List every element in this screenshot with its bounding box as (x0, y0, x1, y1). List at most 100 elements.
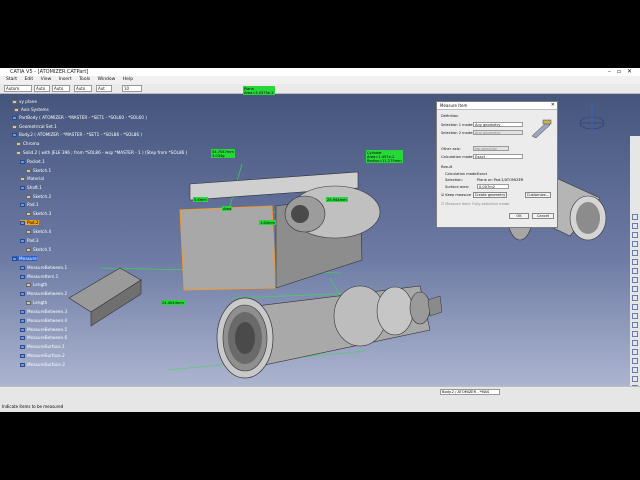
label-small-1[interactable]: 5.6mm (193, 197, 208, 202)
tree-node[interactable]: Length (26, 300, 47, 305)
tool-icon[interactable] (632, 349, 638, 355)
tree-node[interactable]: Chroma (16, 141, 39, 146)
tree-node[interactable]: MeasureBetween.6 (20, 335, 67, 340)
tree-node[interactable]: MeasureBetween.4 (20, 318, 67, 323)
tool-icon[interactable] (632, 367, 638, 373)
tree-node-icon (26, 301, 31, 305)
tree-node[interactable]: MeasureItem.1 (20, 274, 58, 279)
label-bottom[interactable]: 24.4044mm (161, 300, 185, 305)
tree-node-icon (16, 151, 21, 155)
tree-node-icon (12, 116, 17, 120)
tool-icon[interactable] (632, 295, 638, 301)
cancel-button[interactable]: Cancel (532, 213, 554, 219)
tree-node[interactable]: Sketch.2 (26, 194, 51, 199)
tool-icon[interactable] (632, 232, 638, 238)
label-length-2[interactable]: 1.64mm (259, 220, 277, 225)
tool-icon[interactable] (632, 358, 638, 364)
tree-node[interactable]: Body.2 ( ATOMIZER - *MASTER - *SET1 - *S… (12, 132, 142, 137)
tree-node[interactable]: Geometrical Set.1 (12, 124, 57, 129)
checkbox-icon[interactable]: ☑ (441, 193, 444, 197)
label-distance-1[interactable]: 54.7047mm 3.034g (211, 149, 235, 158)
tool-icon[interactable] (632, 214, 638, 220)
atomizer-body[interactable] (216, 285, 443, 379)
tree-node-icon (20, 345, 25, 349)
keep-measure-checkbox[interactable]: ☑ Keep measure (441, 193, 471, 197)
selection1-combo[interactable]: Any geometry (473, 122, 523, 127)
tree-node[interactable]: Sketch.3 (26, 211, 51, 216)
tree-node[interactable]: Material (20, 176, 44, 181)
create-geometry-button[interactable]: Create geometry (473, 192, 507, 198)
calc-mode-label: Calculation mode: (441, 155, 474, 159)
tree-node-label: Axis Systems (21, 107, 49, 112)
tree-node[interactable]: MeasureSurface.3 (20, 362, 65, 367)
tree-node-label: Geometrical Set.1 (19, 124, 57, 129)
tree-node[interactable]: Sketch.1 (26, 168, 51, 173)
tree-node-label: Pad.1 (27, 202, 39, 207)
tool-icon[interactable] (632, 331, 638, 337)
surface-area-value: 0.007m2 (477, 184, 509, 189)
tool-icon[interactable] (632, 304, 638, 310)
tree-node[interactable]: MeasureBetween.1 (20, 265, 67, 270)
result-header: Result (441, 165, 453, 169)
tree-node-label: Body.2 ( ATOMIZER - *MASTER - *SET1 - *S… (19, 132, 142, 137)
tree-node-icon (20, 239, 25, 243)
tree-node-label: MeasureSurface.3 (27, 362, 65, 367)
tool-icon[interactable] (632, 340, 638, 346)
tree-node[interactable]: MeasureSurface.1 (20, 344, 65, 349)
other-axis-field[interactable]: No selection (473, 146, 509, 151)
compass-icon[interactable] (579, 102, 605, 130)
tool-icon[interactable] (632, 241, 638, 247)
tree-node-label: Pocket.1 (27, 159, 45, 164)
tree-node[interactable]: Pad.1 (20, 202, 39, 207)
tool-icon[interactable] (632, 286, 638, 292)
tool-icon[interactable] (632, 322, 638, 328)
tree-node[interactable]: Axis Systems (14, 107, 49, 112)
tree-node[interactable]: Sketch.4 (26, 229, 51, 234)
label-small-2[interactable]: Area (222, 206, 233, 211)
tree-node[interactable]: Pad.3 (20, 238, 39, 243)
tree-node[interactable]: Pad.2 (20, 220, 39, 225)
tool-icon[interactable] (632, 259, 638, 265)
status-message: Indicate items to be measured (2, 404, 64, 409)
command-field[interactable]: Body.2 / ATOMIZER - *MAS (440, 389, 500, 395)
measure-mode-checkbox[interactable]: ☐ Measure item: Fully-selection mode (441, 202, 509, 206)
tree-node[interactable]: Sketch.5 (26, 247, 51, 252)
tree-node[interactable]: MeasureBetween.3 (20, 309, 67, 314)
tool-icon[interactable] (632, 376, 638, 382)
tree-node[interactable]: Measure (12, 256, 37, 261)
tree-node[interactable]: xy plane (12, 99, 37, 104)
selection2-combo[interactable]: Any geometry (473, 130, 523, 135)
close-icon[interactable]: ✕ (551, 102, 555, 109)
tree-node-icon (26, 230, 31, 234)
tree-node[interactable]: Solid.2 ( with JELE 396 ; from *SOL86 - … (16, 150, 187, 155)
tool-icon[interactable] (632, 250, 638, 256)
label-cylinder-1[interactable]: Cylinder Area=1.457e-2 Radius=11.275mm (366, 150, 403, 163)
tree-node[interactable]: Pocket.1 (20, 159, 45, 164)
tree-node[interactable]: PartBody ( ATOMIZER - *MASTER - *SET1 - … (12, 115, 147, 120)
tree-node[interactable]: Shaft.1 (20, 185, 42, 190)
calc-mode-combo[interactable]: Exact (473, 154, 523, 159)
tree-node[interactable]: Length (26, 282, 47, 287)
tree-node-icon (20, 292, 25, 296)
tree-node-label: MeasureSurface.2 (27, 353, 65, 358)
tree-node[interactable]: MeasureBetween.5 (20, 327, 67, 332)
tree-node-label: Length (33, 282, 48, 287)
customize-button[interactable]: Customize... (525, 192, 551, 198)
checkbox-icon[interactable]: ☐ (441, 202, 444, 206)
tree-node-label: Chroma (23, 141, 40, 146)
tree-node-icon (20, 310, 25, 314)
tree-node-label: MeasureItem.1 (27, 274, 59, 279)
tool-icon[interactable] (632, 268, 638, 274)
measure-item-dialog: Measure Item ✕ Definition Selection 1 mo… (436, 101, 558, 228)
label-plane-area[interactable]: Plane Area=3.0375e-2 (243, 86, 275, 95)
tree-node-icon (20, 160, 25, 164)
tool-icon[interactable] (632, 277, 638, 283)
label-length-1[interactable]: 25.944mm (326, 197, 348, 202)
tool-icon[interactable] (632, 313, 638, 319)
tree-node-icon (26, 248, 31, 252)
tree-node[interactable]: MeasureBetween.2 (20, 291, 67, 296)
tree-node[interactable]: MeasureSurface.2 (20, 353, 65, 358)
tool-icon[interactable] (632, 223, 638, 229)
ok-button[interactable]: OK (509, 213, 529, 219)
other-axis-label[interactable]: Other axis: (441, 147, 461, 151)
